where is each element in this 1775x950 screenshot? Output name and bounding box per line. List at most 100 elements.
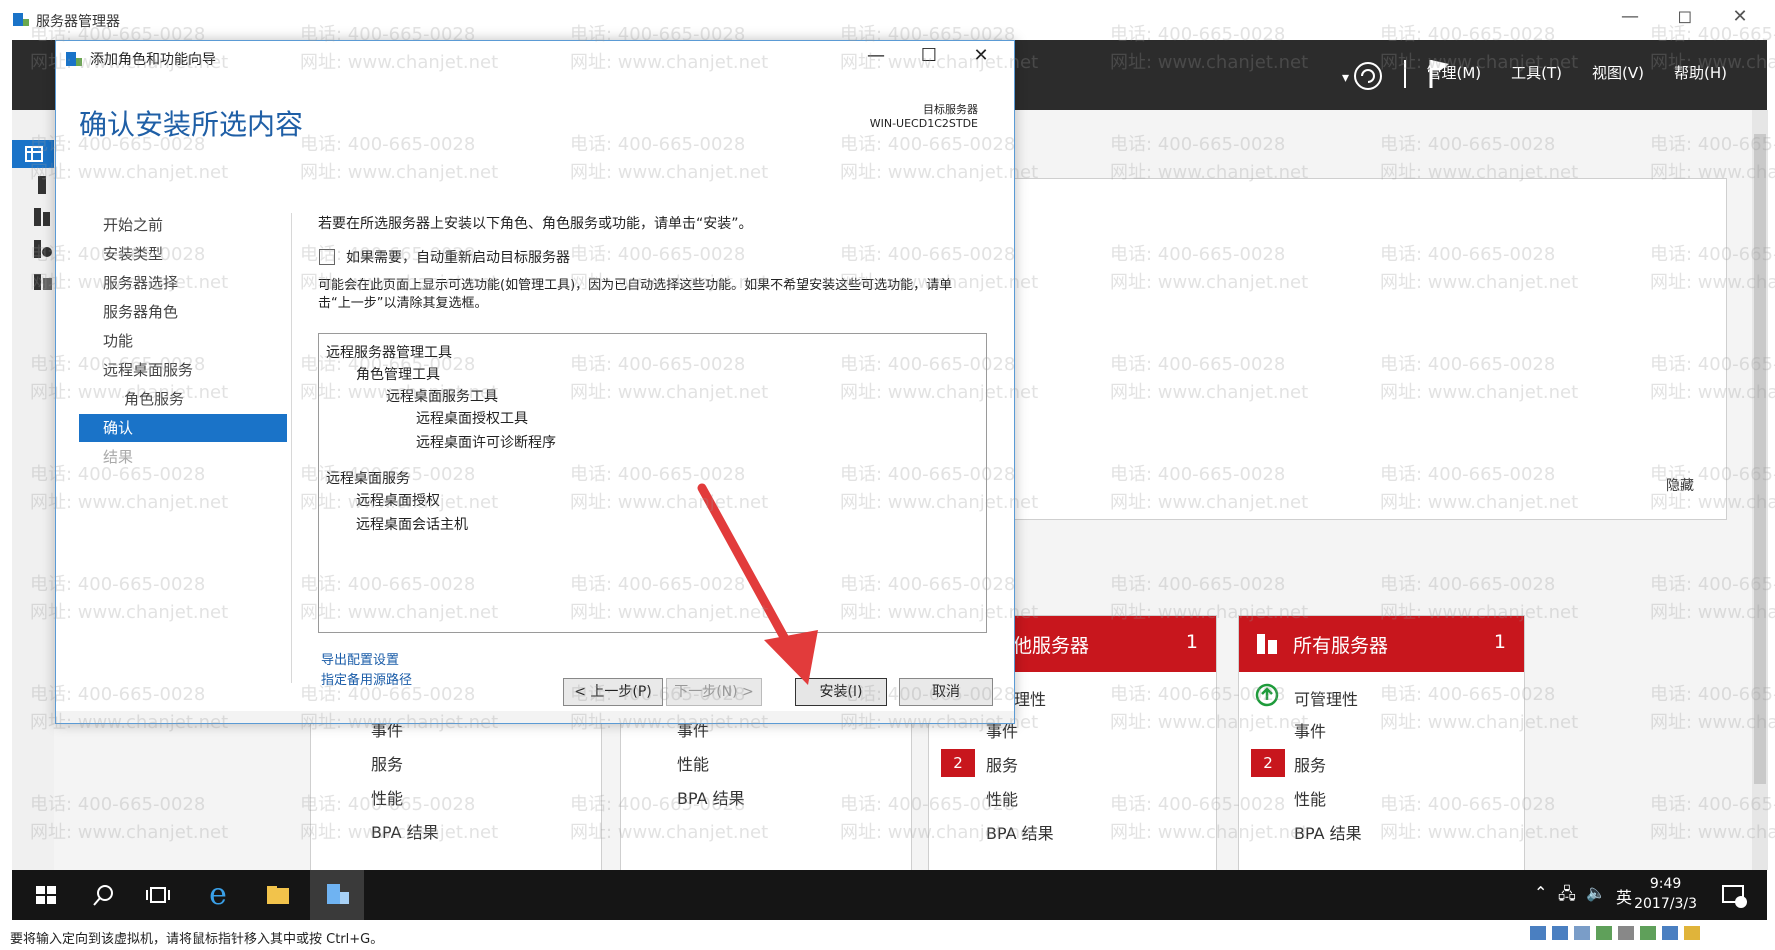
usb-icon[interactable] — [1640, 926, 1656, 940]
task-view-icon[interactable] — [144, 882, 172, 908]
wizard-maximize-button[interactable]: ☐ — [909, 45, 949, 66]
step-server-roles[interactable]: 服务器角色 — [79, 298, 287, 326]
step-server-selection[interactable]: 服务器选择 — [79, 269, 287, 297]
minimize-button[interactable]: — — [1610, 6, 1650, 27]
wizard-app-icon — [66, 52, 82, 66]
step-features[interactable]: 功能 — [79, 327, 287, 355]
hide-link[interactable]: 隐藏 — [1666, 475, 1694, 495]
tile-row-services[interactable]: 服务 — [986, 752, 1018, 776]
statusbar-message: 要将输入定向到该虚拟机，请将鼠标指针移入其中或按 Ctrl+G。 — [10, 932, 384, 947]
destination-server-label: 目标服务器 — [923, 103, 978, 116]
message-icon[interactable] — [1684, 926, 1700, 940]
vm-window-titlebar: 服务器管理器 — ◻ ✕ — [0, 0, 1775, 40]
nav-dashboard[interactable] — [12, 140, 54, 168]
step-confirmation[interactable]: 确认 — [79, 414, 287, 442]
step-installation-type[interactable]: 安装类型 — [79, 240, 287, 268]
alternate-source-link[interactable]: 指定备用源路径 — [321, 669, 412, 688]
wizard-title: 添加角色和功能向导 — [90, 52, 216, 68]
previous-button[interactable]: < 上一步(P) — [563, 678, 663, 706]
menu-help[interactable]: 帮助(H) — [1674, 62, 1727, 83]
optional-features-note: 可能会在此页面上显示可选功能(如管理工具)，因为已自动选择这些功能。如果不希望安… — [318, 278, 953, 311]
network-icon[interactable]: 🖧 — [1558, 883, 1576, 910]
page-title: 确认安装所选内容 — [79, 108, 304, 141]
step-remote-desktop-services[interactable]: 远程桌面服务 — [79, 356, 287, 384]
status-ok-icon — [1255, 683, 1279, 707]
start-icon[interactable] — [32, 882, 60, 908]
menu-view[interactable]: 视图(V) — [1592, 62, 1644, 83]
cancel-button[interactable]: 取消 — [899, 678, 993, 706]
file-storage-icon[interactable] — [30, 238, 56, 260]
tile-row-bpa[interactable]: BPA 结果 — [986, 820, 1054, 844]
tile-count: 1 — [1185, 631, 1198, 653]
tile-row-bpa[interactable]: BPA 结果 — [677, 785, 745, 809]
step-label: 开始之前 — [103, 216, 164, 234]
taskbar-server-manager-button[interactable] — [310, 870, 364, 923]
printer-icon[interactable] — [1618, 926, 1634, 940]
destination-server-info: 目标服务器 WIN-UECD1C2STDE — [870, 103, 978, 131]
list-item: 远程桌面授权 — [356, 493, 440, 509]
tile-row-performance[interactable]: 性能 — [677, 751, 709, 775]
tile-row-performance[interactable]: 性能 — [986, 786, 1018, 810]
taskbar-clock[interactable]: 9:49 2017/3/3 — [1634, 874, 1697, 914]
tile-row-performance[interactable]: 性能 — [1294, 786, 1326, 810]
selected-items-list[interactable]: 远程服务器管理工具 角色管理工具 远程桌面服务工具 远程桌面授权工具 远程桌面许… — [318, 333, 987, 633]
step-before-you-begin[interactable]: 开始之前 — [79, 211, 287, 239]
restore-button[interactable]: ◻ — [1665, 6, 1705, 27]
clock-time: 9:49 — [1649, 876, 1682, 892]
ime-indicator[interactable]: 英 — [1616, 884, 1632, 908]
restart-checkbox[interactable] — [319, 249, 335, 265]
tile-row-manageability[interactable]: 理性 — [1014, 686, 1046, 710]
server-manager-scrollbar[interactable] — [1752, 110, 1768, 870]
vm-window-title: 服务器管理器 — [36, 14, 120, 30]
step-role-services[interactable]: 角色服务 — [79, 385, 287, 413]
welcome-panel — [1005, 178, 1727, 520]
step-label: 安装类型 — [103, 245, 164, 263]
cdrom-icon[interactable] — [1574, 926, 1590, 940]
scrollbar-thumb[interactable] — [1754, 134, 1766, 784]
list-item: 远程桌面会话主机 — [356, 517, 468, 533]
wizard-footer — [56, 711, 1014, 723]
tile-row-manageability[interactable]: 可管理性 — [1294, 686, 1358, 710]
refresh-icon[interactable]: ▾ — [1342, 58, 1382, 92]
local-server-icon[interactable] — [30, 174, 56, 196]
internet-explorer-icon[interactable]: e — [204, 880, 232, 910]
action-center-icon[interactable] — [1720, 882, 1748, 908]
menu-manage[interactable]: 管理(M) — [1427, 62, 1482, 83]
restart-checkbox-label[interactable]: 如果需要，自动重新启动目标服务器 — [346, 247, 570, 267]
wizard-minimize-button[interactable]: — — [856, 45, 896, 66]
network-adapter-icon[interactable] — [1596, 926, 1612, 940]
step-label: 服务器角色 — [103, 303, 179, 321]
export-configuration-link[interactable]: 导出配置设置 — [321, 649, 399, 668]
menu-tools[interactable]: 工具(T) — [1511, 62, 1562, 83]
annotation-arrow — [697, 483, 818, 685]
volume-muted-icon[interactable]: 🔈 — [1586, 883, 1606, 902]
list-item: 远程服务器管理工具 — [326, 345, 452, 361]
all-servers-icon[interactable] — [30, 206, 56, 228]
display-icon[interactable] — [1662, 926, 1678, 940]
step-label: 远程桌面服务 — [103, 361, 194, 379]
search-icon[interactable] — [90, 882, 118, 908]
steps-divider — [291, 213, 292, 683]
tile-row-services[interactable]: 服务 — [1294, 752, 1326, 776]
clock-date: 2017/3/3 — [1634, 896, 1697, 912]
list-item: 角色管理工具 — [356, 367, 440, 383]
tile-row-bpa[interactable]: BPA 结果 — [1294, 820, 1362, 844]
list-item: 远程桌面服务 — [326, 471, 410, 487]
hdd-icon[interactable] — [1530, 926, 1546, 940]
tray-overflow-icon[interactable]: ⌃ — [1534, 883, 1547, 902]
server-manager-nav — [12, 110, 54, 870]
tile-count: 1 — [1493, 631, 1506, 653]
tile-row-services[interactable]: 服务 — [371, 751, 403, 775]
file-explorer-icon[interactable] — [264, 882, 292, 908]
tile-row-events[interactable]: 事件 — [1294, 718, 1326, 742]
tile-all-servers[interactable]: 所有服务器 1 可管理性 事件 2 服务 性能 BPA 结果 — [1238, 615, 1525, 872]
tile-row-bpa[interactable]: BPA 结果 — [371, 819, 439, 843]
server-manager-icon — [13, 13, 29, 26]
step-label: 结果 — [103, 448, 134, 466]
tile-row-performance[interactable]: 性能 — [371, 785, 403, 809]
remote-desktop-icon[interactable] — [30, 270, 56, 292]
hdd-icon[interactable] — [1552, 926, 1568, 940]
all-servers-icon — [1257, 634, 1277, 654]
close-button[interactable]: ✕ — [1720, 6, 1760, 27]
wizard-close-button[interactable]: ✕ — [961, 45, 1001, 66]
